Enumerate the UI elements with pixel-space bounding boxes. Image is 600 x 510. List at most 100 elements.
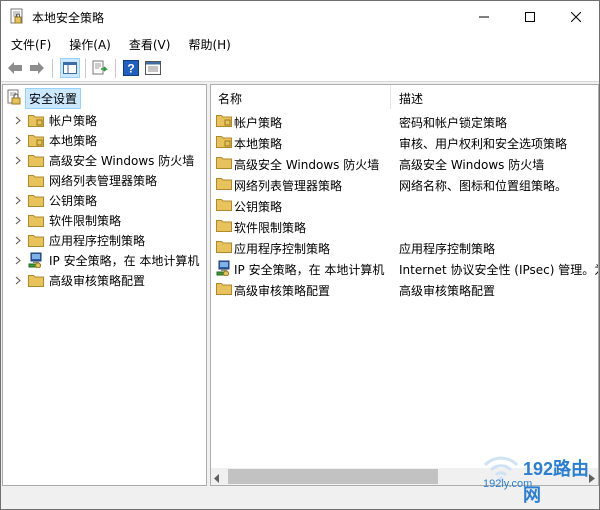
list-row[interactable]: 软件限制策略 [211,216,598,237]
console-tree-icon [63,62,77,74]
chevron-right-icon[interactable] [11,236,25,245]
details-list[interactable]: 名称 描述 帐户策略 密码和帐户锁定策略 本地策略 审核、用户权利和安全选项策略… [210,84,599,486]
folder-icon [216,218,232,234]
folder-icon [216,155,232,171]
list-row[interactable]: 高级安全 Windows 防火墙 高级安全 Windows 防火墙 [211,153,598,174]
tree-item-advanced-audit[interactable]: 高级审核策略配置 [3,270,145,290]
tree-item-firewall[interactable]: 高级安全 Windows 防火墙 [3,150,194,170]
folder-icon [216,239,232,255]
row-name: IP 安全策略，在 本地计算机 [234,263,385,277]
folder-icon [216,113,232,129]
tree-item-application-control[interactable]: 应用程序控制策略 [3,230,145,250]
show-hide-tree-button[interactable] [60,58,80,78]
tree-item-label: 高级审核策略配置 [49,273,146,288]
tree-item-label: 应用程序控制策略 [49,233,146,248]
tree-item-ip-security[interactable]: IP 安全策略，在 本地计算机 [3,250,199,270]
row-name: 网络列表管理器策略 [234,179,343,193]
close-button[interactable] [553,1,599,32]
folder-icon [28,112,44,128]
tree-root-label: 安全设置 [25,87,82,109]
tree-item-label: 高级安全 Windows 防火墙 [49,153,195,168]
list-row[interactable]: 高级审核策略配置 高级审核策略配置 [211,279,598,300]
window-title: 本地安全策略 [32,11,105,25]
export-list-icon [92,60,108,75]
tree-item-label: 帐户策略 [49,113,98,128]
folder-icon [28,232,44,248]
folder-icon [28,132,44,148]
minimize-button[interactable] [461,1,507,32]
scrollbar-thumb[interactable] [228,469,438,484]
chevron-right-icon[interactable] [11,156,25,165]
toolbar: ? [1,54,599,82]
column-header-description[interactable]: 描述 [392,85,598,109]
chevron-right-icon[interactable] [11,256,25,265]
tree-item-public-key[interactable]: 公钥策略 [3,190,97,210]
row-description: Internet 协议安全性 (IPsec) 管理。为 [399,263,599,277]
row-name: 应用程序控制策略 [234,242,331,256]
watermark-text: 192路由网 [523,459,590,505]
menu-help[interactable]: 帮助(H) [177,32,237,54]
chevron-right-icon[interactable] [11,116,25,125]
menu-file[interactable]: 文件(F) [1,32,58,54]
tree-item-label: 网络列表管理器策略 [49,173,158,188]
menu-view[interactable]: 查看(V) [118,32,178,54]
list-row[interactable]: 本地策略 审核、用户权利和安全选项策略 [211,132,598,153]
minimize-icon [479,16,489,17]
toolbar-separator [52,59,53,78]
folder-icon [28,172,44,188]
row-name: 本地策略 [234,137,283,151]
row-description: 网络名称、图标和位置组策略。 [399,179,568,193]
tree-item-software-restriction[interactable]: 软件限制策略 [3,210,121,230]
menu-action[interactable]: 操作(A) [58,32,118,54]
toolbar-separator [115,59,116,78]
folder-icon [216,176,232,192]
row-description: 高级安全 Windows 防火墙 [399,158,545,172]
folder-icon [216,197,232,213]
chevron-right-icon[interactable] [11,276,25,285]
folder-icon [28,272,44,288]
tree-item-label: IP 安全策略，在 本地计算机 [49,253,200,268]
folder-icon [28,192,44,208]
chevron-right-icon[interactable] [11,136,25,145]
chevron-right-icon[interactable] [11,196,25,205]
tree-root-security-settings[interactable]: 安全设置 [6,87,82,109]
list-row[interactable]: 帐户策略 密码和帐户锁定策略 [211,111,598,132]
chevron-right-icon[interactable] [11,216,25,225]
maximize-button[interactable] [507,1,553,32]
list-row[interactable]: IP 安全策略，在 本地计算机 Internet 协议安全性 (IPsec) 管… [211,258,598,279]
watermark-sub: 192ly.com [483,478,533,490]
row-name: 高级审核策略配置 [234,284,331,298]
properties-button[interactable] [144,59,162,77]
back-button[interactable] [6,59,24,77]
app-icon [10,8,24,24]
export-list-button[interactable] [91,59,109,77]
list-row[interactable]: 应用程序控制策略 应用程序控制策略 [211,237,598,258]
tree-item-local-policies[interactable]: 本地策略 [3,130,97,150]
column-header-name[interactable]: 名称 [211,85,391,109]
list-row[interactable]: 公钥策略 [211,195,598,216]
close-icon [571,11,581,22]
tree-item-label: 软件限制策略 [49,213,122,228]
row-name: 高级安全 Windows 防火墙 [234,158,380,172]
folder-icon [28,212,44,228]
row-name: 软件限制策略 [234,221,307,235]
tree-item-label: 公钥策略 [49,193,98,208]
folder-icon [28,152,44,168]
maximize-icon [525,11,535,22]
title-bar[interactable]: 本地安全策略 [1,1,599,32]
help-button[interactable]: ? [122,59,140,77]
console-tree[interactable]: 安全设置 帐户策略 本地策略 高级安全 Windows 防火墙 网络列表管理器策… [2,84,207,486]
list-row[interactable]: 网络列表管理器策略 网络名称、图标和位置组策略。 [211,174,598,195]
security-settings-icon [6,89,22,108]
help-icon: ? [123,60,139,76]
scroll-left-icon[interactable] [214,472,220,485]
back-arrow-icon [8,62,22,74]
row-description: 审核、用户权利和安全选项策略 [399,137,568,151]
ipsec-policy-icon [28,252,44,268]
tree-item-label: 本地策略 [49,133,98,148]
svg-text:?: ? [127,62,134,76]
tree-item-account-policies[interactable]: 帐户策略 [3,110,97,130]
forward-button[interactable] [28,59,46,77]
ipsec-policy-icon [216,260,232,277]
tree-item-network-list-manager[interactable]: 网络列表管理器策略 [3,170,157,190]
